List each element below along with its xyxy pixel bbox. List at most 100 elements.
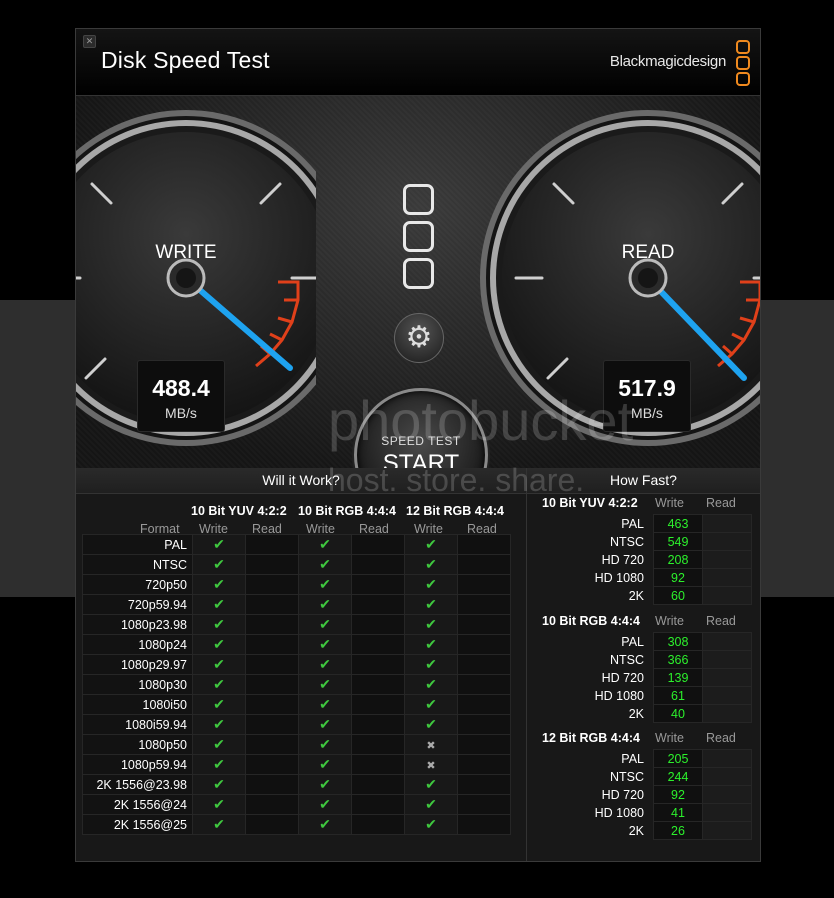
write-result-cell: ✔ xyxy=(404,674,458,695)
wiw-group-rgb12: 12 Bit RGB 4:4:4 xyxy=(406,504,504,518)
write-result-cell: ✔ xyxy=(298,694,352,715)
format-cell: HD 720 xyxy=(542,550,654,569)
read-result-cell xyxy=(351,574,405,595)
fps-write-value: 549 xyxy=(653,532,703,551)
write-result-cell: ✔ xyxy=(404,634,458,655)
checkmark-icon: ✔ xyxy=(213,676,225,692)
format-cell: 720p59.94 xyxy=(82,594,193,615)
read-result-cell xyxy=(351,534,405,555)
read-speed-unit: MB/s xyxy=(631,405,663,421)
read-result-cell xyxy=(457,534,511,555)
fps-write-value: 205 xyxy=(653,749,703,768)
format-cell: 720p50 xyxy=(82,574,193,595)
read-result-cell xyxy=(457,614,511,635)
checkmark-icon: ✔ xyxy=(213,696,225,712)
table-row: HD 720 92 xyxy=(542,785,752,804)
read-result-cell xyxy=(245,634,299,655)
table-row: 2K 1556@25 ✔ ✔ ✔ xyxy=(82,814,511,835)
table-row: 1080p59.94 ✔ ✔ ✖ xyxy=(82,754,511,775)
read-result-cell xyxy=(351,774,405,795)
table-row: 1080p23.98 ✔ ✔ ✔ xyxy=(82,614,511,635)
how-fast-group-title: 12 Bit RGB 4:4:4 xyxy=(542,731,640,745)
read-speed-value: 517.9 xyxy=(618,375,676,401)
read-result-cell xyxy=(351,634,405,655)
table-row: HD 1080 92 xyxy=(542,568,752,587)
fps-read-value xyxy=(702,514,752,533)
fps-write-value: 61 xyxy=(653,686,703,705)
gauge-panel: WRITE 488.4 MB/s ⚙ SPEED TEST START READ… xyxy=(76,96,760,522)
table-row: HD 1080 41 xyxy=(542,803,752,822)
how-fast-table: PAL 205 NTSC 244 HD 720 92 HD 1080 41 2K 26 xyxy=(542,749,752,840)
how-fast-write-header: Write xyxy=(655,496,684,510)
fps-read-value xyxy=(702,767,752,786)
format-cell: HD 1080 xyxy=(542,568,654,587)
read-result-cell xyxy=(351,714,405,735)
checkmark-icon: ✔ xyxy=(213,816,225,832)
read-result-cell xyxy=(245,794,299,815)
format-cell: 1080p24 xyxy=(82,634,193,655)
write-result-cell: ✔ xyxy=(404,534,458,555)
write-result-cell: ✔ xyxy=(298,654,352,675)
fps-write-value: 208 xyxy=(653,550,703,569)
read-result-cell xyxy=(457,594,511,615)
table-row: 2K 26 xyxy=(542,821,752,840)
write-result-cell: ✔ xyxy=(192,674,246,695)
read-result-cell xyxy=(351,554,405,575)
read-result-cell xyxy=(245,614,299,635)
checkmark-icon: ✔ xyxy=(425,536,437,552)
checkmark-icon: ✔ xyxy=(425,676,437,692)
checkmark-icon: ✔ xyxy=(319,636,331,652)
read-result-cell xyxy=(351,694,405,715)
checkmark-icon: ✔ xyxy=(425,716,437,732)
fps-read-value xyxy=(702,532,752,551)
read-result-cell xyxy=(457,734,511,755)
checkmark-icon: ✔ xyxy=(425,696,437,712)
write-result-cell: ✔ xyxy=(404,574,458,595)
wiw-group-rgb10: 10 Bit RGB 4:4:4 xyxy=(298,504,396,518)
read-result-cell xyxy=(457,654,511,675)
write-result-cell: ✔ xyxy=(192,574,246,595)
how-fast-group-title: 10 Bit RGB 4:4:4 xyxy=(542,614,640,628)
how-fast-table: PAL 308 NTSC 366 HD 720 139 HD 1080 61 2K 40 xyxy=(542,632,752,723)
how-fast-header: How Fast? xyxy=(527,468,760,494)
write-readout: 488.4 MB/s xyxy=(137,360,225,432)
read-result-cell xyxy=(351,674,405,695)
checkmark-icon: ✔ xyxy=(425,576,437,592)
format-cell: 2K 1556@23.98 xyxy=(82,774,193,795)
fps-write-value: 92 xyxy=(653,785,703,804)
checkmark-icon: ✔ xyxy=(319,656,331,672)
read-result-cell xyxy=(457,814,511,835)
format-cell: PAL xyxy=(542,514,654,533)
table-row: 720p50 ✔ ✔ ✔ xyxy=(82,574,511,595)
fps-read-value xyxy=(702,550,752,569)
read-result-cell xyxy=(245,774,299,795)
how-fast-read-header: Read xyxy=(706,496,736,510)
table-row: PAL 463 xyxy=(542,514,752,533)
checkmark-icon: ✔ xyxy=(319,716,331,732)
fps-read-value xyxy=(702,803,752,822)
fps-read-value xyxy=(702,568,752,587)
close-button[interactable]: ✕ xyxy=(83,35,96,48)
write-result-cell: ✔ xyxy=(298,634,352,655)
format-cell: 2K xyxy=(542,821,654,840)
checkmark-icon: ✔ xyxy=(319,796,331,812)
checkmark-icon: ✔ xyxy=(425,656,437,672)
read-label: READ xyxy=(621,242,675,263)
table-row: 1080p50 ✔ ✔ ✖ xyxy=(82,734,511,755)
fps-write-value: 244 xyxy=(653,767,703,786)
read-result-cell xyxy=(457,634,511,655)
read-result-cell xyxy=(457,794,511,815)
settings-gear-button[interactable]: ⚙ xyxy=(394,313,444,363)
write-result-cell: ✔ xyxy=(192,814,246,835)
checkmark-icon: ✔ xyxy=(213,596,225,612)
fps-write-value: 463 xyxy=(653,514,703,533)
table-row: 2K 40 xyxy=(542,704,752,723)
format-cell: 1080i50 xyxy=(82,694,193,715)
write-result-cell: ✔ xyxy=(192,754,246,775)
table-row: 2K 1556@24 ✔ ✔ ✔ xyxy=(82,794,511,815)
table-row: HD 720 208 xyxy=(542,550,752,569)
fps-read-value xyxy=(702,668,752,687)
read-result-cell xyxy=(245,574,299,595)
checkmark-icon: ✔ xyxy=(425,596,437,612)
read-result-cell xyxy=(457,774,511,795)
